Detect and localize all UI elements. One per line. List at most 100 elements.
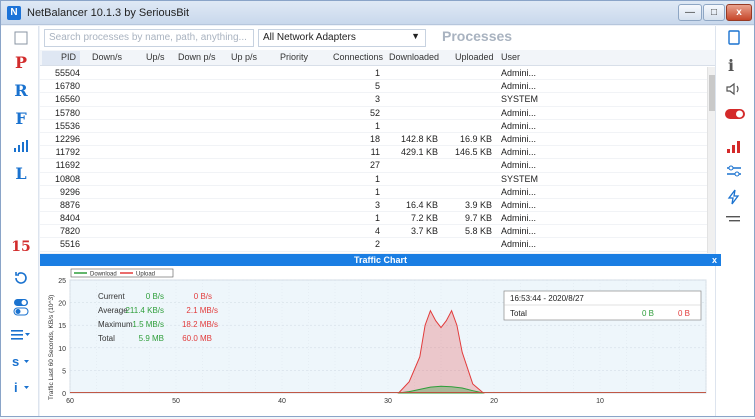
x-tick-label: 20: [490, 398, 498, 405]
table-row[interactable]: 7820 4 3.7 KB 5.8 KB Admini...: [40, 225, 707, 239]
cell-uploaded: 5.8 KB: [464, 226, 492, 237]
page-icon: [728, 30, 740, 45]
limits-view-button[interactable]: L: [9, 164, 33, 186]
restore-button[interactable]: □: [703, 4, 725, 21]
network-adapter-select[interactable]: All Network Adapters ▼: [258, 29, 426, 47]
cell-connections: 1: [374, 186, 380, 197]
cell-connections: 1: [374, 68, 380, 78]
table-row[interactable]: 15780 52 Admini...: [40, 107, 707, 120]
cell-user: Admini...: [501, 160, 537, 171]
close-chart-button[interactable]: x: [712, 254, 717, 266]
cell-pid: 15536: [54, 120, 80, 131]
table-row[interactable]: 5516 2 Admini...: [40, 238, 707, 252]
cell-user: Admini...: [501, 239, 537, 250]
cell-downloaded: 16.4 KB: [405, 199, 438, 210]
info-total-label: Total: [510, 309, 527, 318]
column-header-uploaded[interactable]: Uploaded: [455, 52, 494, 62]
column-header-up-packets[interactable]: Up p/s: [231, 52, 257, 62]
cell-uploaded: 146.5 KB: [454, 147, 492, 158]
speaker-icon: [726, 82, 739, 96]
column-header-pid[interactable]: PID: [42, 51, 80, 65]
table-row[interactable]: 11692 27 Admini...: [40, 159, 707, 173]
table-row[interactable]: 8876 3 16.4 KB 3.9 KB Admini...: [40, 199, 707, 213]
bar-chart-icon: [14, 140, 28, 152]
refresh-button[interactable]: [9, 270, 33, 292]
cell-pid: 55504: [54, 68, 80, 78]
cell-connections: 2: [374, 239, 380, 250]
cell-user: Admini...: [501, 133, 537, 144]
table-row[interactable]: 12296 18 142.8 KB 16.9 KB Admini...: [40, 133, 707, 147]
cell-connections: 1: [374, 120, 380, 131]
settings-s-icon: s: [12, 354, 29, 369]
cell-pid: 11792: [55, 147, 80, 158]
toggle-icon: [13, 299, 29, 316]
traffic-chart-svg: 0 5 10 15 20 25 60 50 40 30 20 10 Download Upload T…: [48, 268, 707, 405]
cell-connections: 11: [370, 147, 380, 158]
table-row[interactable]: 9296 1 Admini...: [40, 186, 707, 199]
table-row[interactable]: 8404 1 7.2 KB 9.7 KB Admini...: [40, 212, 707, 226]
legend-download-label: Download: [90, 272, 117, 278]
traffic-chart-header: Traffic Chart x: [40, 254, 721, 266]
filters-view-button[interactable]: F: [9, 109, 33, 131]
cell-user: Admini...: [501, 199, 537, 210]
refresh-icon: [15, 272, 27, 284]
speaker-button[interactable]: [725, 82, 743, 99]
update-interval-counter[interactable]: 15: [9, 239, 33, 261]
app-window: N NetBalancer 10.1.3 by SeriousBit — □ x…: [0, 0, 755, 417]
toggle-on-button[interactable]: [724, 108, 746, 123]
table-body: 55504 1 Admini... 16780 5 Admini... 16560 3 SYST…: [40, 67, 707, 252]
column-header-down-packets[interactable]: Down p/s: [178, 52, 216, 62]
cell-uploaded: 3.9 KB: [464, 199, 492, 210]
connections-button[interactable]: [726, 164, 742, 181]
x-tick-label: 30: [384, 398, 392, 405]
table-row[interactable]: 16780 5 Admini...: [40, 80, 707, 94]
list-lines-icon: [726, 216, 740, 222]
table-row[interactable]: 15536 1 Admini...: [40, 120, 707, 133]
column-header-user[interactable]: User: [501, 52, 520, 62]
stats-view-button[interactable]: [9, 138, 33, 160]
minimize-button[interactable]: —: [678, 4, 702, 21]
cell-pid: 16560: [54, 94, 80, 105]
y-tick-label: 5: [62, 368, 66, 375]
menu-dropdown-button[interactable]: [9, 326, 33, 348]
table-scrollbar[interactable]: [707, 67, 715, 253]
cell-uploaded: 9.7 KB: [464, 213, 492, 224]
stat-upload-maximum: 18.2 MB/s: [182, 320, 218, 329]
right-sidebar: i: [715, 26, 754, 416]
lightning-icon: [727, 189, 740, 205]
select-all-checkbox[interactable]: [9, 30, 33, 52]
scrollbar-thumb[interactable]: [709, 75, 715, 111]
info-icon[interactable]: i: [728, 56, 734, 75]
app-logo-icon: N: [7, 6, 21, 20]
table-row[interactable]: 55504 1 Admini...: [40, 67, 707, 81]
close-button[interactable]: x: [726, 4, 752, 21]
title-bar[interactable]: N NetBalancer 10.1.3 by SeriousBit — □ x: [1, 1, 754, 25]
cell-connections: 27: [369, 160, 380, 171]
settings-dropdown-button[interactable]: s: [9, 353, 33, 375]
info-dropdown-button[interactable]: i: [9, 379, 33, 401]
cell-pid: 12296: [54, 133, 80, 144]
stat-label-current: Current: [98, 292, 125, 301]
cell-connections: 3: [374, 199, 380, 210]
cell-user: Admini...: [501, 68, 537, 78]
info-timestamp: 16:53:44 - 2020/8/27: [510, 294, 584, 303]
cell-pid: 9296: [59, 186, 80, 197]
signal-stats-button[interactable]: [726, 140, 742, 157]
x-tick-label: 50: [172, 398, 180, 405]
rules-view-button[interactable]: R: [9, 81, 33, 103]
processes-view-button[interactable]: P: [9, 53, 33, 75]
column-header-down-speed[interactable]: Down/s: [92, 52, 122, 62]
toggle-switch-button[interactable]: [9, 298, 33, 320]
column-header-up-speed[interactable]: Up/s: [146, 52, 165, 62]
list-button[interactable]: [726, 215, 742, 228]
table-row[interactable]: 16560 3 SYSTEM: [40, 93, 707, 107]
priority-button[interactable]: [727, 189, 741, 208]
table-row[interactable]: 11792 11 429.1 KB 146.5 KB Admini...: [40, 146, 707, 160]
column-header-connections[interactable]: Connections: [333, 52, 383, 62]
window-mode-button[interactable]: [727, 30, 741, 49]
processes-toolbar: Search processes by name, path, anything…: [40, 26, 715, 50]
column-header-downloaded[interactable]: Downloaded: [389, 52, 439, 62]
table-row[interactable]: 10808 1 SYSTEM: [40, 173, 707, 186]
column-header-priority[interactable]: Priority: [280, 52, 308, 62]
search-input[interactable]: Search processes by name, path, anything…: [44, 29, 254, 47]
